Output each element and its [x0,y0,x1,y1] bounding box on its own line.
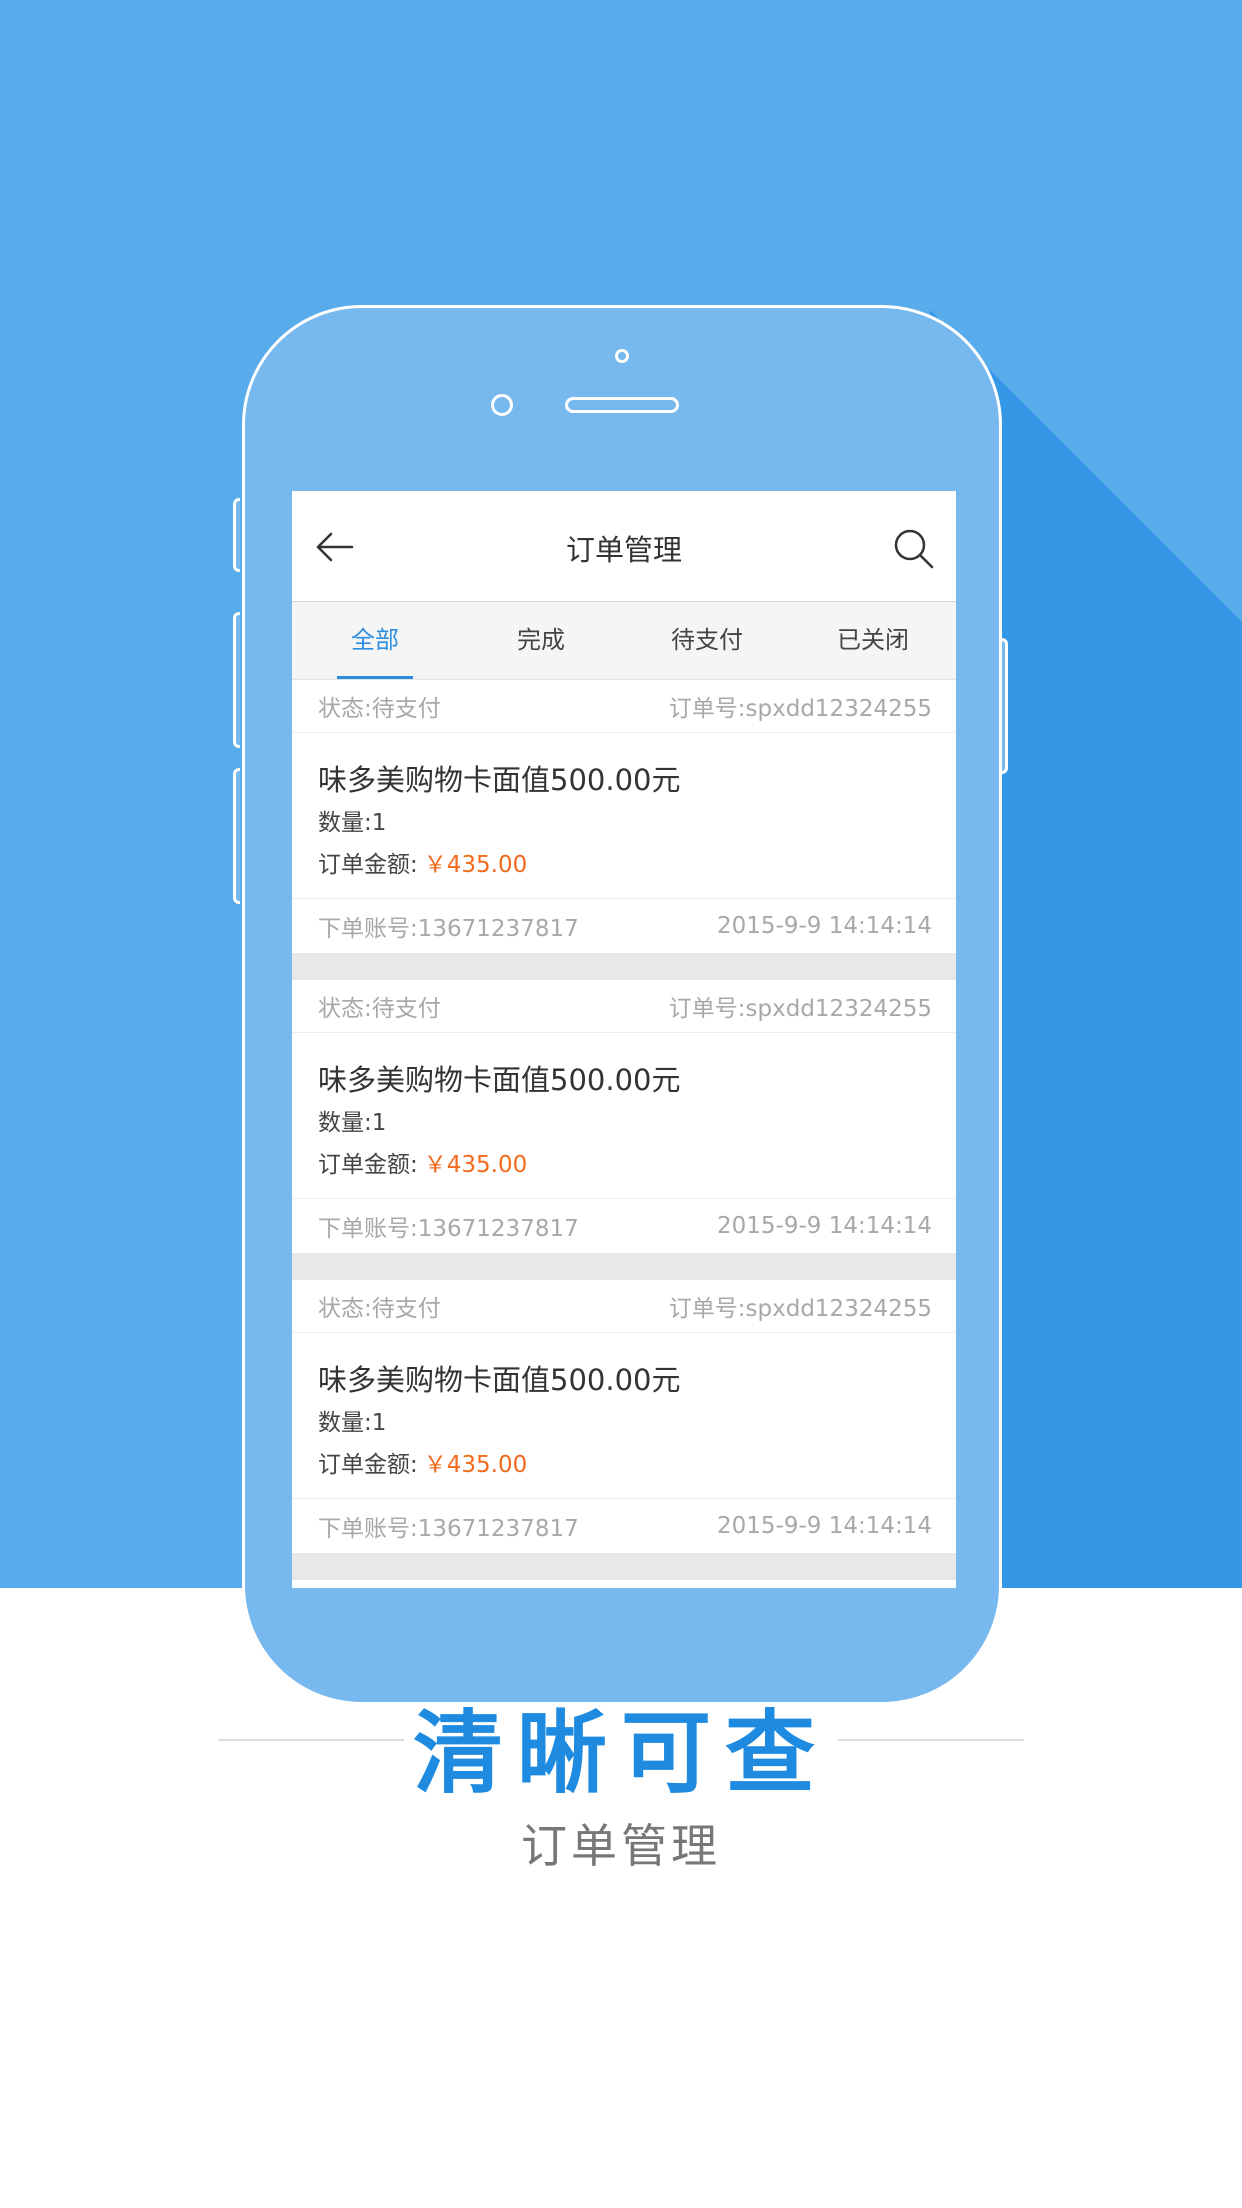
phone-sensor [491,394,513,416]
phone-power-button [1001,638,1008,774]
order-card[interactable]: 状态:待支付 订单号:spxdd12324255 味多美购物卡面值500.00元… [292,680,956,953]
order-amount-label: 订单金额: [318,1152,418,1178]
order-amount-value: ￥435.00 [423,1152,528,1178]
order-footer: 下单账号:13671237817 2015-9-9 14:14:14 [292,899,956,953]
order-status: 状态:待支付 [318,696,441,722]
product-name: 味多美购物卡面值500.00元 [318,763,681,797]
tab-completed[interactable]: 完成 [458,602,624,679]
order-quantity: 数量:1 [318,1410,387,1436]
order-header: 状态:待支付 订单号:spxdd12324255 [292,680,956,733]
caption-subtitle: 订单管理 [521,1819,721,1873]
order-card[interactable]: 状态:待支付 订单号:spxdd12324255 味多美购物卡面值500.00元… [292,980,956,1253]
order-time: 2015-9-9 14:14:14 [716,1513,932,1539]
order-amount-value: ￥435.00 [423,852,528,878]
caption-title: 清晰可查 [413,1701,829,1806]
navbar: 订单管理 [292,491,956,602]
tab-pending-payment[interactable]: 待支付 [624,602,790,679]
phone-volume-up [233,612,240,748]
phone-screen: 订单管理 全部 完成 待支付 已关闭 状态:待支付 订单号:spxdd12324… [292,491,956,1588]
phone-mute-switch [233,498,240,572]
order-amount: 订单金额: ￥435.00 [318,845,527,879]
phone-volume-down [233,768,240,904]
tab-all[interactable]: 全部 [292,602,458,679]
order-divider [292,1253,956,1280]
phone-camera [615,349,629,363]
order-footer: 下单账号:13671237817 2015-9-9 14:14:14 [292,1199,956,1253]
order-header: 状态:待支付 订单号:spxdd12324255 [292,1280,956,1333]
order-account: 下单账号:13671237817 [318,1216,579,1242]
order-card[interactable]: 状态:待支付 订单号:spxdd12324255 味多美购物卡面值500.00元… [292,1280,956,1553]
order-status: 状态:待支付 [318,1296,441,1322]
product-name: 味多美购物卡面值500.00元 [318,1363,681,1397]
page-title: 订单管理 [565,533,682,567]
product-name: 味多美购物卡面值500.00元 [318,1063,681,1097]
feature-caption: 清晰可查 订单管理 [0,1660,1242,1873]
order-footer: 下单账号:13671237817 2015-9-9 14:14:14 [292,1499,956,1553]
order-quantity: 数量:1 [318,1110,387,1136]
order-number: 订单号:spxdd12324255 [668,1296,932,1322]
order-body: 味多美购物卡面值500.00元 数量:1 订单金额: ￥435.00 [292,733,956,899]
phone-speaker [565,397,679,413]
order-divider [292,953,956,980]
order-divider [292,1553,956,1580]
order-status: 状态:待支付 [318,996,441,1022]
order-amount-label: 订单金额: [318,852,418,878]
order-header: 状态:待支付 订单号:spxdd12324255 [292,980,956,1033]
order-quantity: 数量:1 [318,810,387,836]
order-account: 下单账号:13671237817 [318,1516,579,1542]
order-amount: 订单金额: ￥435.00 [318,1445,527,1479]
order-time: 2015-9-9 14:14:14 [716,913,932,939]
order-number: 订单号:spxdd12324255 [668,996,932,1022]
order-amount: 订单金额: ￥435.00 [318,1145,527,1179]
search-icon[interactable] [892,527,934,569]
order-amount-label: 订单金额: [318,1452,418,1478]
order-amount-value: ￥435.00 [423,1452,528,1478]
order-body: 味多美购物卡面值500.00元 数量:1 订单金额: ￥435.00 [292,1033,956,1199]
tab-closed[interactable]: 已关闭 [790,602,956,679]
order-number: 订单号:spxdd12324255 [668,696,932,722]
order-body: 味多美购物卡面值500.00元 数量:1 订单金额: ￥435.00 [292,1333,956,1499]
order-account: 下单账号:13671237817 [318,916,579,942]
tab-bar: 全部 完成 待支付 已关闭 [292,602,956,680]
order-time: 2015-9-9 14:14:14 [716,1213,932,1239]
